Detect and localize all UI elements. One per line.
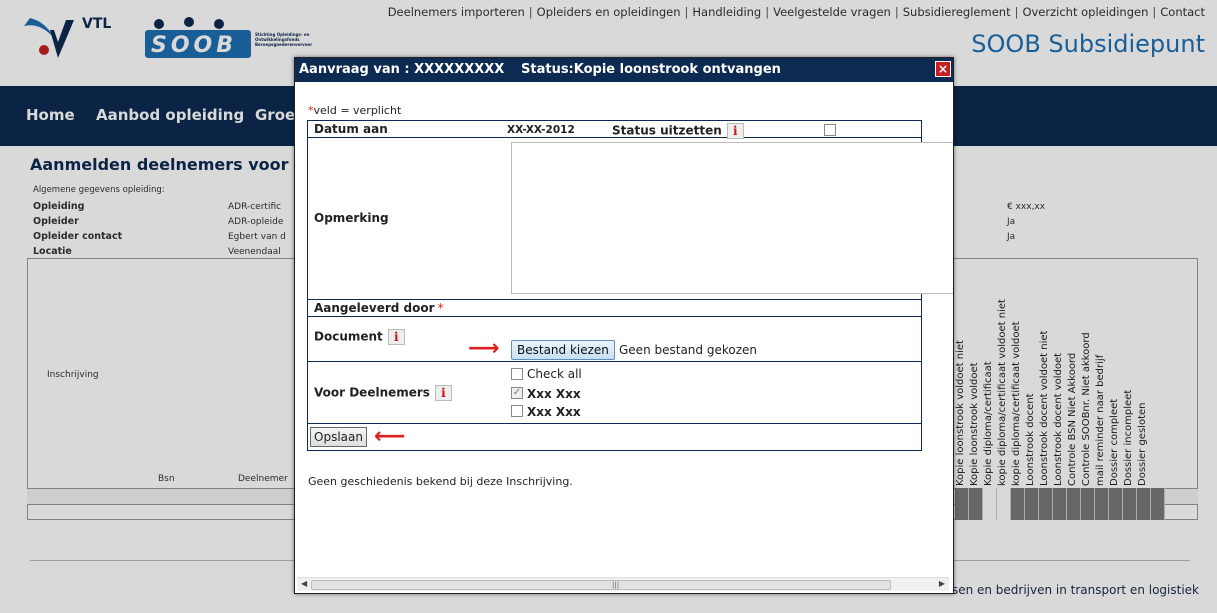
document-text: Document: [314, 329, 383, 344]
red-arrow-right-icon: ⟶: [468, 336, 500, 361]
info-icon[interactable]: i: [434, 385, 452, 401]
status-uitzetten-label: Status uitzetten i: [612, 123, 744, 139]
participant-name-1: Xxx Xxx: [527, 387, 581, 401]
form-row-document: Document i ⟶ Bestand kiezen Geen bestand …: [308, 317, 921, 362]
participant-name-2: Xxx Xxx: [527, 405, 581, 419]
grip-icon: |||: [612, 581, 620, 589]
info-icon[interactable]: i: [726, 123, 744, 139]
status-uitzetten-text: Status uitzetten: [612, 123, 722, 138]
deelnemers-label: Voor Deelnemers i: [314, 385, 452, 401]
form-row-datum: Datum aan XX-XX-2012 Status uitzetten i: [308, 121, 921, 139]
horizontal-scrollbar[interactable]: ◀ ||| ▶: [297, 577, 949, 591]
dialog-body: *veld = verplicht Datum aan XX-XX-2012 S…: [295, 82, 953, 577]
participant-checkbox-1[interactable]: ✓: [511, 387, 523, 399]
history-text: Geen geschiedenis bekend bij deze Inschr…: [308, 475, 573, 488]
status-uitzetten-checkbox[interactable]: [824, 124, 836, 136]
datum-value: XX-XX-2012: [507, 124, 575, 136]
scrollbar-thumb[interactable]: |||: [311, 580, 891, 590]
form-row-opmerking: Opmerking: [308, 138, 953, 300]
document-label: Document i: [314, 329, 405, 345]
form-row-save: Opslaan ⟵: [308, 424, 921, 450]
deelnemers-text: Voor Deelnemers: [314, 385, 430, 400]
opmerking-label: Opmerking: [314, 211, 389, 225]
aangeleverd-label: Aangeleverd door *: [314, 301, 444, 315]
scroll-right-icon[interactable]: ▶: [939, 579, 945, 588]
info-icon[interactable]: i: [387, 329, 405, 345]
opmerking-textarea[interactable]: [511, 142, 953, 294]
required-star: *: [437, 301, 444, 315]
scroll-left-icon[interactable]: ◀: [301, 579, 307, 588]
required-note: *veld = verplicht: [308, 104, 401, 117]
save-button[interactable]: Opslaan: [310, 427, 367, 447]
check-all-label: Check all: [527, 367, 582, 381]
dialog-title-aanvraag: Aanvraag van : XXXXXXXXX: [299, 62, 505, 77]
choose-file-button[interactable]: Bestand kiezen: [511, 340, 615, 360]
datum-label: Datum aan: [314, 122, 388, 136]
file-status-text: Geen bestand gekozen: [619, 343, 757, 357]
participant-checkbox-2[interactable]: [511, 405, 523, 417]
red-arrow-left-icon: ⟵: [374, 424, 406, 449]
form-row-deelnemers: Voor Deelnemers i Check all ✓ Xxx Xxx Xxx…: [308, 362, 921, 424]
check-all-checkbox[interactable]: [511, 368, 523, 380]
dialog-title-bar[interactable]: Aanvraag van : XXXXXXXXX Status:Kopie lo…: [295, 58, 953, 82]
close-icon[interactable]: ×: [935, 61, 951, 77]
aanvraag-dialog: Aanvraag van : XXXXXXXXX Status:Kopie lo…: [294, 57, 954, 594]
aanvraag-form: Datum aan XX-XX-2012 Status uitzetten i O…: [307, 120, 953, 451]
aangeleverd-text: Aangeleverd door: [314, 301, 435, 315]
required-note-text: veld = verplicht: [313, 104, 402, 117]
form-row-aangeleverd: Aangeleverd door *: [308, 300, 921, 317]
dialog-title-status: Status:Kopie loonstrook ontvangen: [521, 62, 781, 77]
